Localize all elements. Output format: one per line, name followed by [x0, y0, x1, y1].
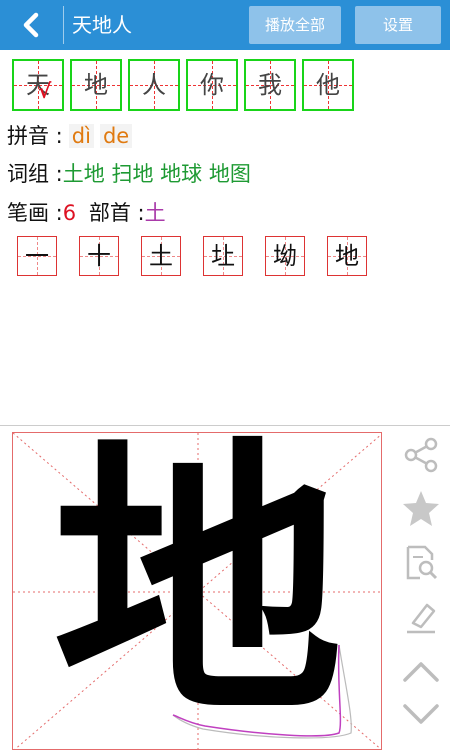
char-tile-1[interactable]: 天 √ — [12, 59, 64, 111]
previous-button[interactable] — [400, 650, 442, 692]
tile-char: 你 — [200, 71, 224, 99]
pinyin-value[interactable]: de — [99, 124, 133, 148]
practice-character: 地 — [53, 432, 343, 750]
char-tile-5[interactable]: 我 — [244, 59, 296, 111]
pinyin-value[interactable]: dì — [68, 124, 94, 148]
stroke-char: 一 — [25, 242, 49, 270]
page-title: 天地人 — [72, 13, 132, 37]
stroke-step-3[interactable]: 土 — [141, 236, 181, 276]
word-item[interactable]: 扫地 — [111, 162, 153, 186]
eraser-icon — [407, 603, 436, 634]
pinyin-label: 拼音 : — [7, 124, 63, 148]
stroke-char: 坳 — [273, 242, 297, 270]
strokes-row: 笔画 :6 部首 :土 — [7, 197, 166, 227]
back-button[interactable] — [0, 0, 62, 50]
tile-char: 人 — [142, 71, 166, 99]
stroke-step-5[interactable]: 坳 — [265, 236, 305, 276]
settings-button[interactable]: 设置 — [355, 6, 441, 44]
share-icon — [404, 437, 438, 473]
top-bar: 天地人 播放全部 设置 — [0, 0, 450, 50]
tile-char: 他 — [316, 71, 340, 99]
stroke-count: 6 — [62, 201, 77, 225]
char-tile-4[interactable]: 你 — [186, 59, 238, 111]
erase-button[interactable] — [400, 596, 442, 638]
stroke-step-6[interactable]: 地 — [327, 236, 367, 276]
stroke-char: 圵 — [211, 242, 235, 270]
radical-value: 土 — [144, 201, 166, 225]
stroke-char: 十 — [87, 242, 111, 270]
title-separator — [63, 6, 64, 44]
word-item[interactable]: 土地 — [63, 162, 105, 186]
char-tile-3[interactable]: 人 — [128, 59, 180, 111]
words-label: 词组 : — [7, 162, 63, 186]
section-divider — [0, 425, 450, 426]
char-tile-6[interactable]: 他 — [302, 59, 354, 111]
radical-label: 部首 : — [88, 201, 145, 225]
share-button[interactable] — [400, 434, 442, 476]
tile-char: 地 — [84, 71, 108, 99]
word-item[interactable]: 地图 — [209, 162, 251, 186]
lookup-button[interactable] — [400, 542, 442, 584]
favorite-button[interactable] — [400, 488, 442, 530]
stroke-step-4[interactable]: 圵 — [203, 236, 243, 276]
stroke-char: 地 — [335, 242, 359, 270]
writing-canvas[interactable]: 地 — [12, 432, 382, 750]
word-item[interactable]: 地球 — [160, 162, 202, 186]
words-row: 词组 :土地 扫地 地球 地图 — [7, 158, 251, 188]
next-button[interactable] — [400, 694, 442, 736]
chevron-up-icon — [403, 662, 439, 682]
char-tile-2[interactable]: 地 — [70, 59, 122, 111]
strokes-label: 笔画 : — [7, 201, 63, 225]
stroke-step-1[interactable]: 一 — [17, 236, 57, 276]
checkmark-icon: √ — [38, 79, 52, 103]
play-all-button[interactable]: 播放全部 — [249, 6, 341, 44]
stroke-step-2[interactable]: 十 — [79, 236, 119, 276]
pinyin-row: 拼音 : dì de — [7, 120, 133, 150]
chevron-down-icon — [403, 704, 439, 724]
star-icon — [403, 491, 439, 526]
tile-char: 我 — [258, 71, 282, 99]
search-document-icon — [406, 545, 438, 580]
tool-sidebar — [392, 432, 450, 750]
back-arrow-icon — [23, 12, 39, 38]
stroke-char: 土 — [149, 242, 173, 270]
